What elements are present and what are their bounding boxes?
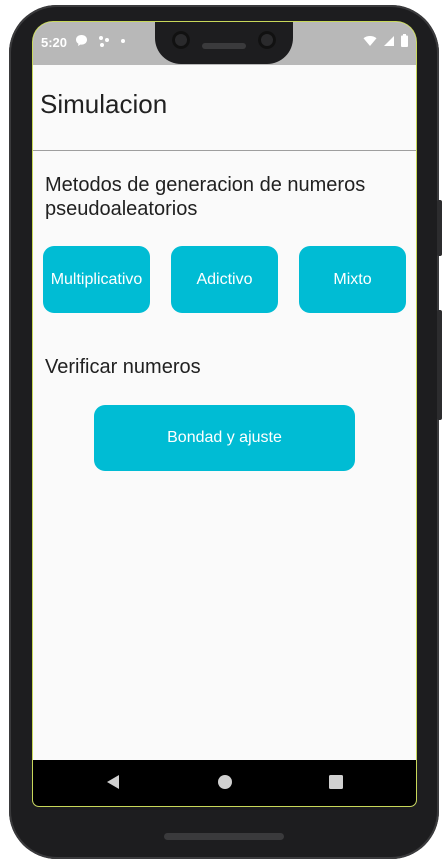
- power-button: [437, 200, 442, 256]
- bottom-speaker-grille: [164, 833, 284, 840]
- app-title: Simulacion: [40, 89, 168, 119]
- volume-button: [437, 310, 442, 420]
- navigation-bar: [33, 760, 416, 806]
- dot-icon: [121, 38, 125, 43]
- chat-bubble-icon: [76, 35, 87, 46]
- front-camera: [172, 31, 190, 49]
- verify-numbers-title: Verificar numeros: [45, 356, 201, 378]
- app-bar: Simulacion: [33, 65, 416, 151]
- network-dots-icon: [99, 35, 109, 47]
- battery-icon: [401, 34, 408, 47]
- wifi-icon: [363, 35, 377, 46]
- back-icon[interactable]: [106, 774, 120, 790]
- home-icon[interactable]: [217, 774, 233, 790]
- front-camera-secondary: [258, 31, 276, 49]
- bondad-ajuste-button[interactable]: Bondad y ajuste: [94, 405, 355, 471]
- signal-icon: [384, 35, 394, 46]
- earpiece-speaker: [202, 43, 246, 49]
- notification-icons: [75, 34, 126, 47]
- phone-screen: 5:20 Simulacion Metodos de generacion de…: [33, 22, 416, 806]
- multiplicativo-button[interactable]: Multiplicativo: [43, 246, 150, 313]
- status-time: 5:20: [41, 35, 68, 50]
- mixto-button[interactable]: Mixto: [299, 246, 406, 313]
- generation-methods-title: Metodos de generacion de numeros pseudoa…: [45, 174, 366, 220]
- camera-notch: [155, 22, 293, 64]
- recents-icon[interactable]: [329, 775, 343, 789]
- adictivo-button[interactable]: Adictivo: [171, 246, 278, 313]
- system-icons: [363, 34, 408, 47]
